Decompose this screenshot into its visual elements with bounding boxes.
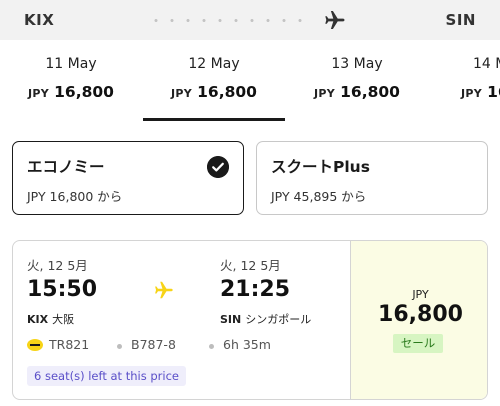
fare-price: JPY 45,895 から [271, 189, 367, 204]
fare-price: JPY 16,800 から [27, 189, 123, 204]
arrival-airport: SIN シンガポール [220, 311, 311, 327]
departure-code: KIX [27, 313, 49, 326]
date-tab-currency: JPY [171, 87, 193, 100]
flight-info: 火, 12 5月 火, 12 5月 15:50 21:25 KIX 大阪 SIN シ… [13, 241, 350, 399]
date-tab-price: JPY 16,800 [287, 82, 427, 101]
date-tab-price: JPY 16 [461, 82, 500, 101]
separator-dot [117, 344, 122, 349]
date-tab-amount: 16,800 [197, 83, 257, 101]
selected-tab-indicator [143, 118, 285, 121]
check-circle-icon [207, 156, 229, 178]
separator-dot [209, 344, 214, 349]
price-currency: JPY [412, 288, 429, 301]
date-tab-label: 13 May [331, 56, 383, 72]
flight-number: TR821 [49, 337, 90, 352]
date-tab-13-may[interactable]: 13 May JPY 16,800 [287, 52, 427, 124]
date-tab-price: JPY 16,800 [144, 82, 284, 101]
date-tab-currency: JPY [314, 87, 336, 100]
date-tab-currency: JPY [461, 87, 483, 100]
date-tab-11-may[interactable]: 11 May JPY 16,800 [1, 52, 141, 124]
fare-name: スクートPlus [271, 158, 370, 176]
arrival-date: 火, 12 5月 [220, 258, 281, 273]
sale-badge: セール [393, 334, 443, 353]
date-tab-amount: 16,800 [54, 83, 114, 101]
airplane-icon [325, 11, 345, 29]
date-tab-amount: 16,800 [340, 83, 400, 101]
fare-scoot-plus-card[interactable]: スクートPlus JPY 45,895 から [256, 141, 488, 215]
price-amount: 16,800 [378, 302, 463, 327]
date-tab-currency: JPY [28, 87, 50, 100]
arrival-city: シンガポール [245, 313, 312, 326]
airplane-icon [155, 281, 173, 299]
seats-left-badge: 6 seat(s) left at this price [27, 366, 186, 386]
departure-date: 火, 12 5月 [27, 258, 88, 273]
route-dotted-line [148, 19, 308, 22]
flight-meta: TR821 B787-8 6h 35m [27, 337, 337, 355]
departure-airport: KIX 大阪 [27, 311, 74, 327]
date-tab-amount: 16 [487, 83, 500, 101]
scoot-logo-icon [27, 339, 43, 351]
fare-economy-card[interactable]: エコノミー JPY 16,800 から [12, 141, 244, 215]
departure-city: 大阪 [52, 313, 75, 326]
route-destination: SIN [445, 11, 476, 29]
arrival-time: 21:25 [220, 277, 291, 302]
flight-price-panel[interactable]: JPY 16,800 セール [350, 241, 487, 399]
departure-time: 15:50 [27, 277, 98, 302]
flight-result-card[interactable]: 火, 12 5月 火, 12 5月 15:50 21:25 KIX 大阪 SIN シ… [12, 240, 488, 400]
aircraft-type: B787-8 [131, 337, 176, 352]
fare-name: エコノミー [27, 158, 105, 176]
date-tab-12-may[interactable]: 12 May JPY 16,800 [144, 52, 284, 124]
date-tab-label: 12 May [188, 56, 240, 72]
date-tab-label: 11 May [45, 56, 97, 72]
route-origin: KIX [24, 11, 55, 29]
date-tab-14-may[interactable]: 14 M JPY 16 [455, 52, 500, 124]
arrival-code: SIN [220, 313, 242, 326]
flight-duration: 6h 35m [223, 337, 271, 352]
route-header: KIX SIN [0, 0, 500, 40]
date-tab-label: 14 M [473, 56, 500, 72]
date-tab-price: JPY 16,800 [1, 82, 141, 101]
